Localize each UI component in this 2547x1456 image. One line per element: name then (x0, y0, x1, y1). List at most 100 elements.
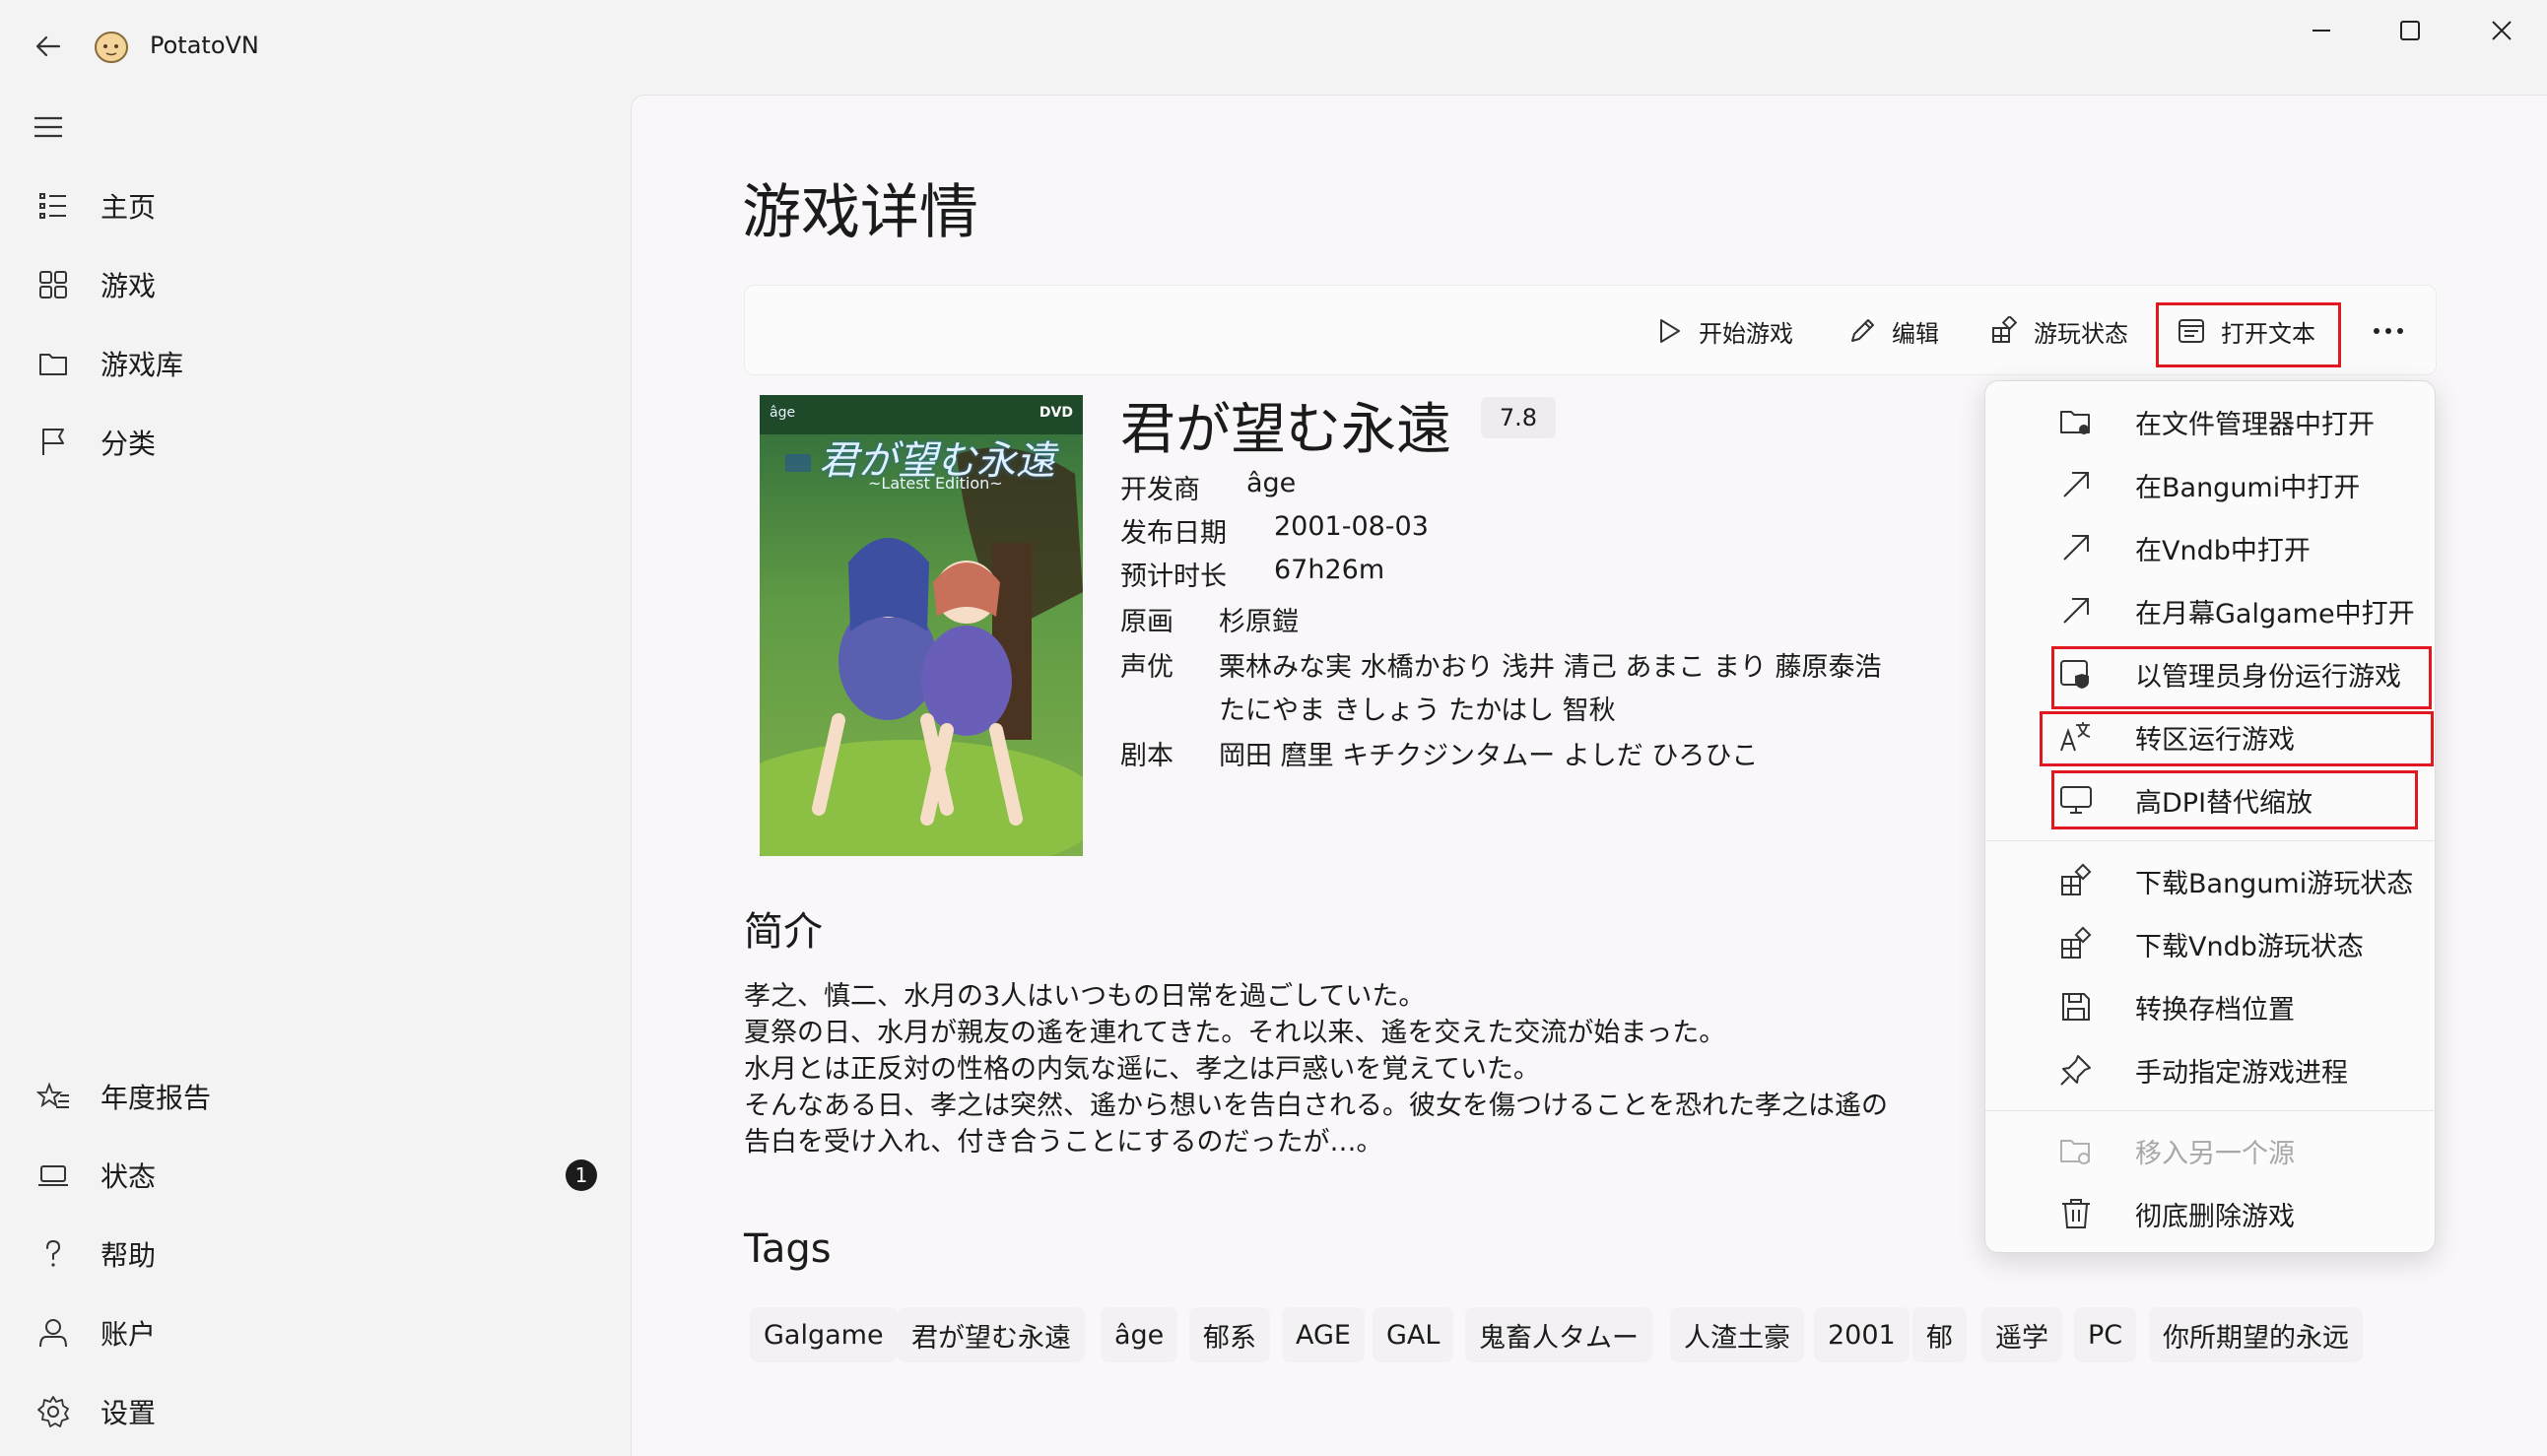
tags-heading: Tags (744, 1226, 832, 1272)
release-value: 2001-08-03 (1274, 511, 1429, 542)
tag-chip[interactable]: AGE (1282, 1307, 1365, 1362)
artist-label: 原画 (1120, 607, 1173, 637)
play-icon (1651, 313, 1687, 349)
apps-add-icon (2056, 861, 2096, 900)
cv-value-line2[interactable]: たにやま きしょう たかはし 智秋 (1219, 689, 1616, 727)
duration-value: 67h26m (1274, 555, 1385, 585)
hamburger-icon (34, 116, 62, 138)
menu-separator (1985, 840, 2437, 841)
highlight-run-as-admin (2051, 646, 2432, 709)
tag-chip[interactable]: 遥学 (1981, 1307, 2062, 1362)
minimize-icon (2312, 30, 2330, 32)
star-list-icon (30, 1073, 77, 1120)
menu-item-open-bangumi[interactable]: 在Bangumi中打开 (1985, 454, 2437, 515)
intro-heading: 简介 (744, 909, 823, 955)
game-cover-image: âge DVD 君が望む永遠 ~Latest Edition~ (760, 395, 1083, 856)
intro-line: そんなある日、孝之は突然、遙から想いを告白される。彼女を傷つけることを恐れた孝之… (744, 1091, 1888, 1121)
nav-item-settings[interactable]: 设置 (10, 1379, 621, 1444)
intro-line: 夏祭の日、水月が親友の遙を連れてきた。それ以来、遙を交えた交流が始まった。 (744, 1018, 1726, 1048)
tag-chip[interactable]: 郁 (1912, 1307, 1967, 1362)
apps-add-icon (1986, 313, 2022, 349)
app-title: PotatoVN (150, 32, 259, 59)
laptop-icon (30, 1152, 77, 1199)
menu-item-move-source: 移入另一个源 (1985, 1120, 2437, 1181)
nav-item-games[interactable]: 游戏 (10, 252, 621, 317)
menu-item-change-save-location[interactable]: 转换存档位置 (1985, 976, 2437, 1037)
home-list-icon (30, 182, 77, 230)
menu-separator (1985, 1110, 2437, 1111)
minimize-button[interactable] (2276, 0, 2367, 61)
arrow-up-right-icon (2056, 591, 2096, 630)
writer-value[interactable]: 岡田 麿里 キチクジンタムー よしだ ひろひこ (1219, 734, 1758, 772)
nav-label: 分类 (101, 428, 157, 460)
maximize-button[interactable] (2365, 0, 2455, 61)
tag-chip[interactable]: 鬼畜人タムー (1465, 1307, 1652, 1362)
more-options-button[interactable] (2359, 286, 2418, 376)
menu-toggle-button[interactable] (24, 102, 73, 152)
close-icon (2492, 21, 2512, 40)
menu-item-set-process[interactable]: 手动指定游戏进程 (1985, 1039, 2437, 1100)
close-button[interactable] (2456, 0, 2547, 61)
nav-item-home[interactable]: 主页 (10, 173, 621, 238)
game-title: 君が望む永遠 (1120, 398, 1451, 462)
menu-item-label: 在文件管理器中打开 (2135, 409, 2375, 440)
nav-item-annual-report[interactable]: 年度报告 (10, 1064, 621, 1129)
highlight-open-text (2156, 302, 2341, 367)
duration-label: 预计时长 (1120, 562, 1227, 592)
status-badge: 1 (566, 1159, 597, 1191)
gear-icon (30, 1388, 77, 1435)
menu-item-open-yuemu[interactable]: 在月幕Galgame中打开 (1985, 580, 2437, 641)
question-icon (30, 1230, 77, 1278)
highlight-high-dpi (2051, 770, 2418, 829)
menu-item-label: 移入另一个源 (2135, 1138, 2295, 1169)
nav-item-account[interactable]: 账户 (10, 1300, 621, 1365)
menu-item-download-vndb-status[interactable]: 下载Vndb游玩状态 (1985, 913, 2437, 974)
folder-open-icon (2056, 402, 2096, 441)
artist-value[interactable]: 杉原鎧 (1219, 600, 1299, 638)
cover-dvd: DVD (1039, 405, 1073, 421)
nav-label: 账户 (101, 1318, 157, 1351)
person-icon (30, 1309, 77, 1357)
menu-item-label: 下载Vndb游玩状态 (2135, 931, 2364, 962)
back-button[interactable] (24, 22, 73, 71)
developer-label: 开发商 (1120, 475, 1200, 505)
menu-item-label: 下载Bangumi游玩状态 (2135, 868, 2414, 899)
menu-item-open-in-explorer[interactable]: 在文件管理器中打开 (1985, 391, 2437, 452)
edit-label: 编辑 (1892, 319, 1939, 348)
grid-icon (30, 261, 77, 308)
nav-item-status[interactable]: 状态 1 (10, 1143, 621, 1208)
nav-item-library[interactable]: 游戏库 (10, 331, 621, 396)
pin-icon (2056, 1050, 2096, 1090)
nav-label: 主页 (101, 191, 157, 224)
edit-button[interactable]: 编辑 (1844, 286, 1939, 376)
cv-value-line1[interactable]: 栗林みな実 水橋かおり 浅井 清己 あまこ まり 藤原泰浩 (1219, 645, 1882, 684)
arrow-left-icon (35, 35, 61, 57)
tag-chip[interactable]: 郁系 (1189, 1307, 1270, 1362)
potato-logo-icon (95, 32, 128, 63)
intro-line: 水月とは正反対の性格の内気な遥に、孝之は戸惑いを覚えていた。 (744, 1054, 1540, 1085)
tag-chip[interactable]: 人渣土豪 (1670, 1307, 1804, 1362)
release-label: 发布日期 (1120, 518, 1227, 549)
tag-chip[interactable]: PC (2074, 1307, 2137, 1362)
trash-icon (2056, 1194, 2096, 1233)
folder-move-icon (2056, 1131, 2096, 1170)
menu-item-open-vndb[interactable]: 在Vndb中打开 (1985, 517, 2437, 578)
tag-chip[interactable]: GAL (1373, 1307, 1454, 1362)
tag-chip[interactable]: 君が望む永遠 (898, 1307, 1085, 1362)
developer-value[interactable]: âge (1246, 468, 1296, 498)
nav-item-category[interactable]: 分类 (10, 410, 621, 475)
menu-item-download-bangumi-status[interactable]: 下载Bangumi游玩状态 (1985, 850, 2437, 911)
nav-label: 游戏库 (101, 349, 184, 381)
tag-chip[interactable]: 2001 (1814, 1307, 1910, 1362)
menu-item-delete-game[interactable]: 彻底删除游戏 (1985, 1183, 2437, 1244)
start-game-label: 开始游戏 (1699, 319, 1793, 348)
nav-item-help[interactable]: 帮助 (10, 1222, 621, 1287)
tag-chip[interactable]: 你所期望的永远 (2149, 1307, 2363, 1362)
nav-label: 年度报告 (101, 1082, 212, 1114)
writer-label: 剧本 (1120, 741, 1173, 771)
play-status-button[interactable]: 游玩状态 (1986, 286, 2128, 376)
start-game-button[interactable]: 开始游戏 (1651, 286, 1793, 376)
intro-line: 孝之、慎二、水月の3人はいつもの日常を過ごしていた。 (744, 981, 1426, 1012)
tag-chip[interactable]: Galgame (750, 1307, 898, 1362)
tag-chip[interactable]: âge (1101, 1307, 1178, 1362)
